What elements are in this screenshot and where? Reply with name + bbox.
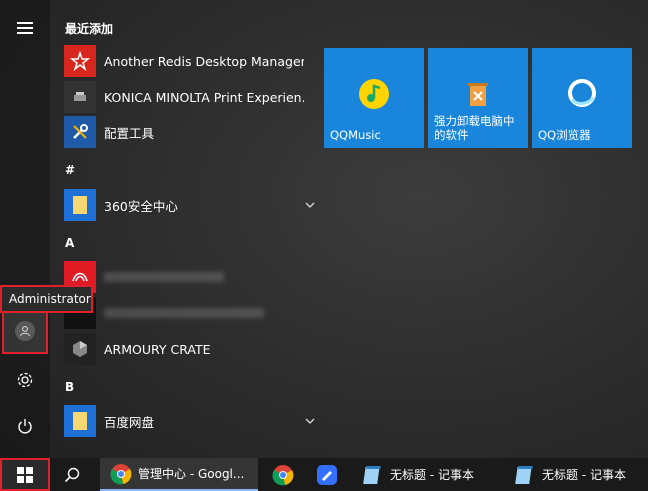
app-item-redis[interactable]: Another Redis Desktop Manager: [64, 45, 304, 77]
taskbar-item-notepad-2[interactable]: 无标题 - 记事本: [504, 458, 648, 491]
blurred-label: [104, 308, 264, 318]
redis-icon: [64, 45, 96, 77]
chevron-down-icon[interactable]: [304, 415, 316, 427]
taskbar-item-label: 管理中心 - Googl...: [138, 467, 245, 481]
armoury-icon: [64, 333, 96, 365]
app-item-360[interactable]: 360安全中心: [64, 189, 315, 221]
start-menu-rail: [0, 0, 50, 458]
app-label: 配置工具: [104, 125, 155, 141]
chevron-down-icon[interactable]: [304, 199, 316, 211]
app-item-armoury-crate[interactable]: ARMOURY CRATE: [64, 333, 304, 365]
user-avatar-icon: [15, 321, 35, 341]
taskbar-item-feishu[interactable]: [306, 458, 346, 491]
taskbar-item-label: 无标题 - 记事本: [390, 468, 474, 482]
taskbar-item-label: 无标题 - 记事本: [542, 468, 626, 482]
settings-button[interactable]: [0, 358, 50, 402]
app-item-konica[interactable]: KONICA MINOLTA Print Experien...: [64, 81, 304, 113]
app-label: KONICA MINOLTA Print Experien...: [104, 89, 304, 105]
taskbar-item-notepad-1[interactable]: 无标题 - 记事本: [352, 458, 500, 491]
gear-icon: [17, 372, 33, 388]
search-icon: [64, 467, 80, 482]
tile-uninstaller[interactable]: 强力卸载电脑中的软件: [428, 48, 528, 148]
start-button[interactable]: [0, 458, 50, 491]
app-item-baidu[interactable]: 百度网盘: [64, 405, 315, 437]
konica-icon: [64, 81, 96, 113]
expand-menu-button[interactable]: [0, 6, 50, 50]
feishu-icon: [317, 464, 337, 485]
app-item-blurred-2[interactable]: [64, 297, 304, 329]
taskbar-item-chrome[interactable]: [262, 458, 302, 491]
app-label: ARMOURY CRATE: [104, 341, 211, 357]
app-label: 360安全中心: [104, 198, 178, 214]
folder-icon: [64, 405, 96, 437]
app-label: Another Redis Desktop Manager: [104, 53, 304, 69]
notepad-icon: [363, 465, 381, 484]
power-icon: [18, 419, 32, 434]
group-header-hash: #: [65, 163, 76, 177]
group-header-a: A: [65, 236, 75, 250]
blurred-label: [104, 272, 224, 282]
tile-qqbrowser[interactable]: QQ浏览器: [532, 48, 632, 148]
app-item-blurred-1[interactable]: [64, 261, 304, 293]
taskbar-item-chrome-admin[interactable]: 管理中心 - Googl...: [100, 458, 258, 491]
qqbrowser-icon: [568, 79, 596, 107]
group-header-b: B: [65, 380, 75, 394]
app-item-config-tool[interactable]: 配置工具: [64, 116, 304, 148]
app-label: 百度网盘: [104, 414, 155, 430]
qqmusic-icon: [359, 79, 389, 109]
tile-qqmusic[interactable]: QQMusic: [324, 48, 424, 148]
taskbar: 管理中心 - Googl... 无标题 - 记事本 无标题 - 记事本: [0, 458, 648, 491]
windows-logo-icon: [17, 466, 33, 483]
user-account-button[interactable]: [2, 308, 48, 354]
recently-added-header: 最近添加: [65, 22, 114, 36]
power-button[interactable]: [0, 404, 50, 448]
user-tooltip: Administrator: [0, 285, 93, 313]
folder-icon: [64, 189, 96, 221]
chrome-icon: [110, 463, 132, 484]
search-button[interactable]: [54, 458, 90, 491]
tools-icon: [64, 116, 96, 148]
chrome-icon: [272, 464, 294, 485]
tile-label: 强力卸载电脑中的软件: [434, 114, 515, 142]
tile-label: QQMusic: [330, 128, 381, 142]
app-list: 最近添加 Another Redis Desktop Manager KONIC…: [50, 0, 315, 458]
notepad-icon: [515, 465, 533, 484]
tile-label: QQ浏览器: [538, 128, 591, 142]
uninstall-icon: [468, 83, 488, 106]
hamburger-icon: [17, 27, 33, 29]
